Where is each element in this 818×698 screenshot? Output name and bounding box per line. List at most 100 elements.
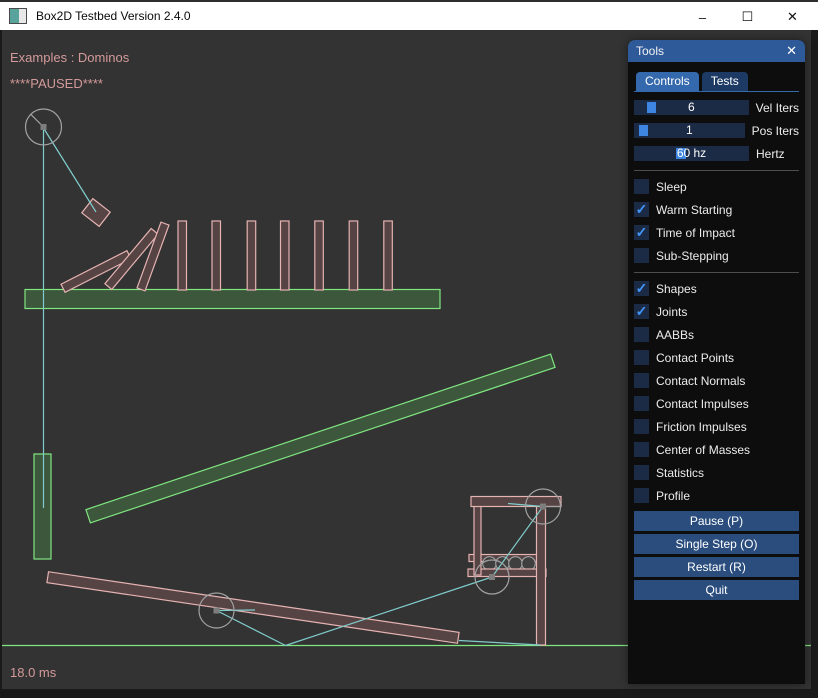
single-step-o--button[interactable]: Single Step (O) xyxy=(634,534,799,554)
checkbox-row-time-of-impact[interactable]: ✓ Time of Impact xyxy=(634,225,799,240)
minimize-icon[interactable]: – xyxy=(680,2,725,32)
checkbox-row-contact-points[interactable]: Contact Points xyxy=(634,350,799,365)
checkbox-row-warm-starting[interactable]: ✓ Warm Starting xyxy=(634,202,799,217)
checked-checkbox-icon[interactable]: ✓ xyxy=(634,225,649,240)
unchecked-checkbox-icon[interactable] xyxy=(634,465,649,480)
checkbox-row-contact-normals[interactable]: Contact Normals xyxy=(634,373,799,388)
vel-iters-slider[interactable]: 6 xyxy=(634,100,749,115)
hertz-slider[interactable]: 60 hz xyxy=(634,146,749,161)
standing-domino xyxy=(247,221,256,290)
pos-iters-slider[interactable]: 1 xyxy=(634,123,745,138)
quit-button[interactable]: Quit xyxy=(634,580,799,600)
checkbox-row-aabbs[interactable]: AABBs xyxy=(634,327,799,342)
checkbox-row-statistics[interactable]: Statistics xyxy=(634,465,799,480)
checkbox-label: Joints xyxy=(656,305,687,319)
vertical-green-post xyxy=(34,454,51,559)
frame-top-beam xyxy=(471,497,561,507)
checkbox-label: Shapes xyxy=(656,282,697,296)
pause-p--button[interactable]: Pause (P) xyxy=(634,511,799,531)
draw-options-group: ✓ Shapes ✓ Joints AABBs Contact Points Contact… xyxy=(634,281,799,503)
restart-r--button[interactable]: Restart (R) xyxy=(634,557,799,577)
unchecked-checkbox-icon[interactable] xyxy=(634,373,649,388)
seesaw-plank xyxy=(47,572,459,644)
checkbox-row-sleep[interactable]: Sleep xyxy=(634,179,799,194)
pos-iters-label: Pos Iters xyxy=(752,124,799,138)
tools-panel-titlebar[interactable]: Tools ✕ xyxy=(628,40,805,62)
close-icon[interactable]: ✕ xyxy=(770,2,815,32)
anchor-square xyxy=(489,574,495,580)
joint-line xyxy=(459,641,540,646)
unchecked-checkbox-icon[interactable] xyxy=(634,419,649,434)
hertz-label: Hertz xyxy=(756,147,785,161)
checkbox-row-joints[interactable]: ✓ Joints xyxy=(634,304,799,319)
joint-line xyxy=(44,128,97,212)
checkbox-label: Statistics xyxy=(656,466,704,480)
joint-line xyxy=(217,610,256,611)
standing-domino xyxy=(315,221,324,290)
pendulum-box xyxy=(82,199,110,227)
app-icon xyxy=(9,8,27,24)
unchecked-checkbox-icon[interactable] xyxy=(634,350,649,365)
vel-iters-label: Vel Iters xyxy=(756,101,799,115)
separator xyxy=(634,170,799,171)
checkbox-row-contact-impulses[interactable]: Contact Impulses xyxy=(634,396,799,411)
checked-checkbox-icon[interactable]: ✓ xyxy=(634,202,649,217)
frame-time-label: 18.0 ms xyxy=(10,665,56,680)
checkbox-label: Warm Starting xyxy=(656,203,732,217)
window-controls: – ☐ ✕ xyxy=(680,2,815,32)
checkbox-label: Sub-Stepping xyxy=(656,249,729,263)
unchecked-checkbox-icon[interactable] xyxy=(634,327,649,342)
anchor-square xyxy=(540,504,546,510)
unchecked-checkbox-icon[interactable] xyxy=(634,396,649,411)
checkbox-label: AABBs xyxy=(656,328,694,342)
standing-domino xyxy=(384,221,393,290)
separator xyxy=(634,272,799,273)
pos-iters-row: 1 Pos Iters xyxy=(634,123,799,138)
checked-checkbox-icon[interactable]: ✓ xyxy=(634,304,649,319)
unchecked-checkbox-icon[interactable] xyxy=(634,179,649,194)
checkbox-row-center-of-masses[interactable]: Center of Masses xyxy=(634,442,799,457)
checked-checkbox-icon[interactable]: ✓ xyxy=(634,281,649,296)
standing-domino xyxy=(212,221,221,290)
tab-bar: Controls Tests xyxy=(634,72,799,92)
checkbox-label: Sleep xyxy=(656,180,687,194)
ball xyxy=(522,557,536,571)
checkbox-label: Contact Normals xyxy=(656,374,745,388)
unchecked-checkbox-icon[interactable] xyxy=(634,442,649,457)
maximize-icon[interactable]: ☐ xyxy=(725,2,770,32)
tab-controls[interactable]: Controls xyxy=(636,72,699,91)
standing-domino xyxy=(178,221,187,290)
panel-close-icon[interactable]: ✕ xyxy=(786,43,797,59)
standing-domino xyxy=(349,221,358,290)
checkbox-label: Contact Impulses xyxy=(656,397,749,411)
window-title: Box2D Testbed Version 2.4.0 xyxy=(36,9,191,23)
anchor-square xyxy=(214,608,220,614)
standing-domino xyxy=(281,221,290,290)
anchor-square xyxy=(41,124,47,130)
checkbox-label: Center of Masses xyxy=(656,443,750,457)
checkbox-label: Contact Points xyxy=(656,351,734,365)
ball xyxy=(509,557,523,571)
checkbox-row-profile[interactable]: Profile xyxy=(634,488,799,503)
hertz-row: 60 hz Hertz xyxy=(634,146,799,161)
ball xyxy=(483,557,497,571)
checkbox-row-shapes[interactable]: ✓ Shapes xyxy=(634,281,799,296)
checkbox-label: Time of Impact xyxy=(656,226,735,240)
checkbox-label: Friction Impulses xyxy=(656,420,747,434)
tools-panel: Tools ✕ Controls Tests 6 Vel Iters 1 Pos… xyxy=(628,40,805,684)
unchecked-checkbox-icon[interactable] xyxy=(634,488,649,503)
checkbox-label: Profile xyxy=(656,489,690,503)
checkbox-row-friction-impulses[interactable]: Friction Impulses xyxy=(634,419,799,434)
tools-panel-title: Tools xyxy=(636,44,664,58)
paused-label: ****PAUSED**** xyxy=(10,76,103,91)
domino-platform xyxy=(25,290,440,309)
action-buttons: Pause (P) Single Step (O) Restart (R) Quit xyxy=(634,511,799,600)
checkbox-row-sub-stepping[interactable]: Sub-Stepping xyxy=(634,248,799,263)
example-label: Examples : Dominos xyxy=(10,50,129,65)
unchecked-checkbox-icon[interactable] xyxy=(634,248,649,263)
vel-iters-row: 6 Vel Iters xyxy=(634,100,799,115)
hertz-value: 60 hz xyxy=(634,146,749,161)
tab-tests[interactable]: Tests xyxy=(702,72,748,91)
pos-iters-value: 1 xyxy=(634,123,745,138)
window-titlebar[interactable]: Box2D Testbed Version 2.4.0 – ☐ ✕ xyxy=(0,0,818,30)
